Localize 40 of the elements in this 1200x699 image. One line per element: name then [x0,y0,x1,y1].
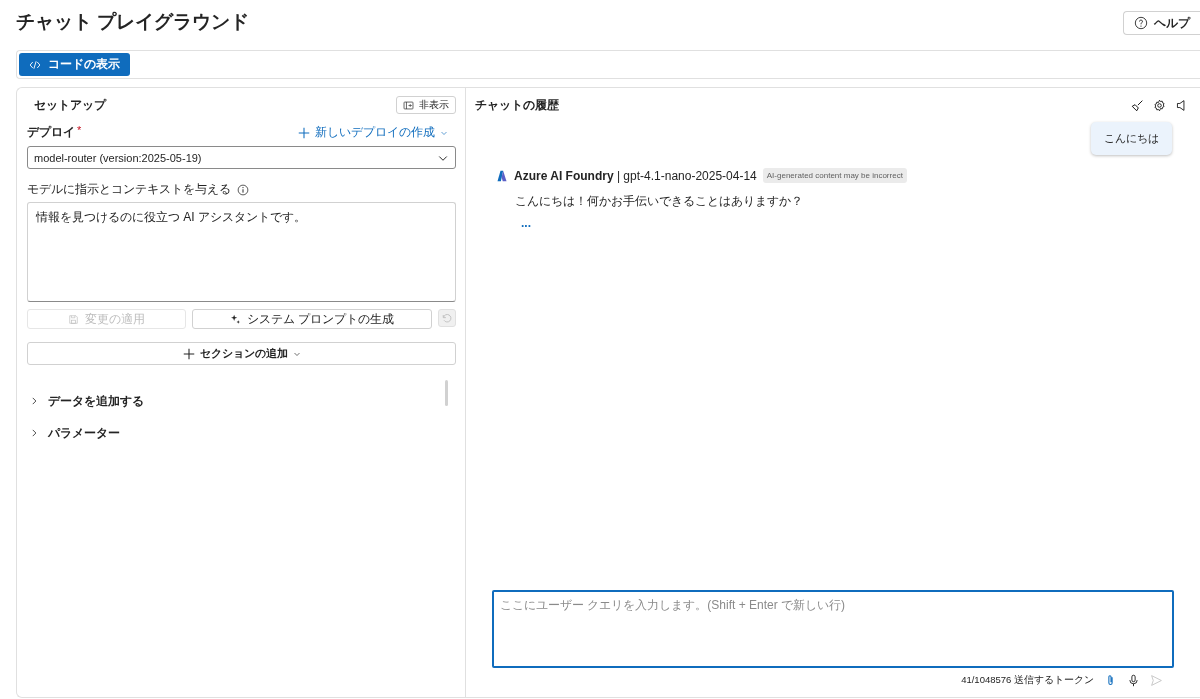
save-icon [68,313,79,325]
help-icon [1134,16,1148,30]
required-mark: * [77,124,82,138]
new-deployment-link[interactable]: 新しいデプロイの作成 [298,124,456,141]
deployment-dropdown[interactable]: model-router (version:2025-05-19) [27,146,456,169]
plus-icon [182,347,195,360]
resize-handle[interactable] [445,380,448,406]
view-code-button[interactable]: コードの表示 [19,53,130,76]
logo-icon [496,169,508,182]
user-message: こんにちは [1091,122,1172,155]
section-toggle[interactable]: データを追加する [29,391,456,411]
section-toggle[interactable]: パラメーター [29,423,456,443]
info-icon [237,183,249,196]
plus-icon [298,126,310,139]
more-button[interactable]: ... [521,216,531,230]
disclaimer-badge: AI-generated content may be incorrect [762,168,907,183]
token-count: 41/1048576 送信するトークン [961,674,1094,687]
code-icon [29,58,41,71]
assistant-message: こんにちは！何かお手伝いできることはありますか？ [515,193,804,210]
instructions-label: モデルに指示とコンテキストを与える [27,181,231,198]
broom-icon[interactable] [1131,98,1144,112]
speaker-icon[interactable] [1175,98,1188,112]
sparkle-icon [229,313,241,325]
sender-name: Azure AI Foundry | gpt-4.1-nano-2025-04-14 [514,168,757,183]
panel-icon [403,99,414,111]
generate-prompt-button[interactable]: システム プロンプトの生成 [192,309,432,329]
help-button[interactable]: ヘルプ [1123,11,1200,35]
chevron-icon [29,396,39,406]
hide-button[interactable]: 非表示 [396,96,456,114]
deploy-label: デプロイ [27,124,75,141]
setup-title: セットアップ [34,96,106,114]
microphone-icon[interactable] [1127,674,1140,687]
chat-history-title: チャットの履歴 [475,96,559,114]
page-title: チャット プレイグラウンド [16,10,250,34]
settings-icon[interactable] [1153,98,1166,112]
chevron-icon [29,428,39,438]
instructions-field[interactable]: 情報を見つけるのに役立つ AI アシスタントです。 [27,202,456,302]
undo-icon [441,312,453,324]
query-input[interactable]: ここにユーザー クエリを入力します。(Shift + Enter で新しい行) [492,590,1174,668]
add-section-button[interactable]: セクションの追加 [27,342,456,365]
